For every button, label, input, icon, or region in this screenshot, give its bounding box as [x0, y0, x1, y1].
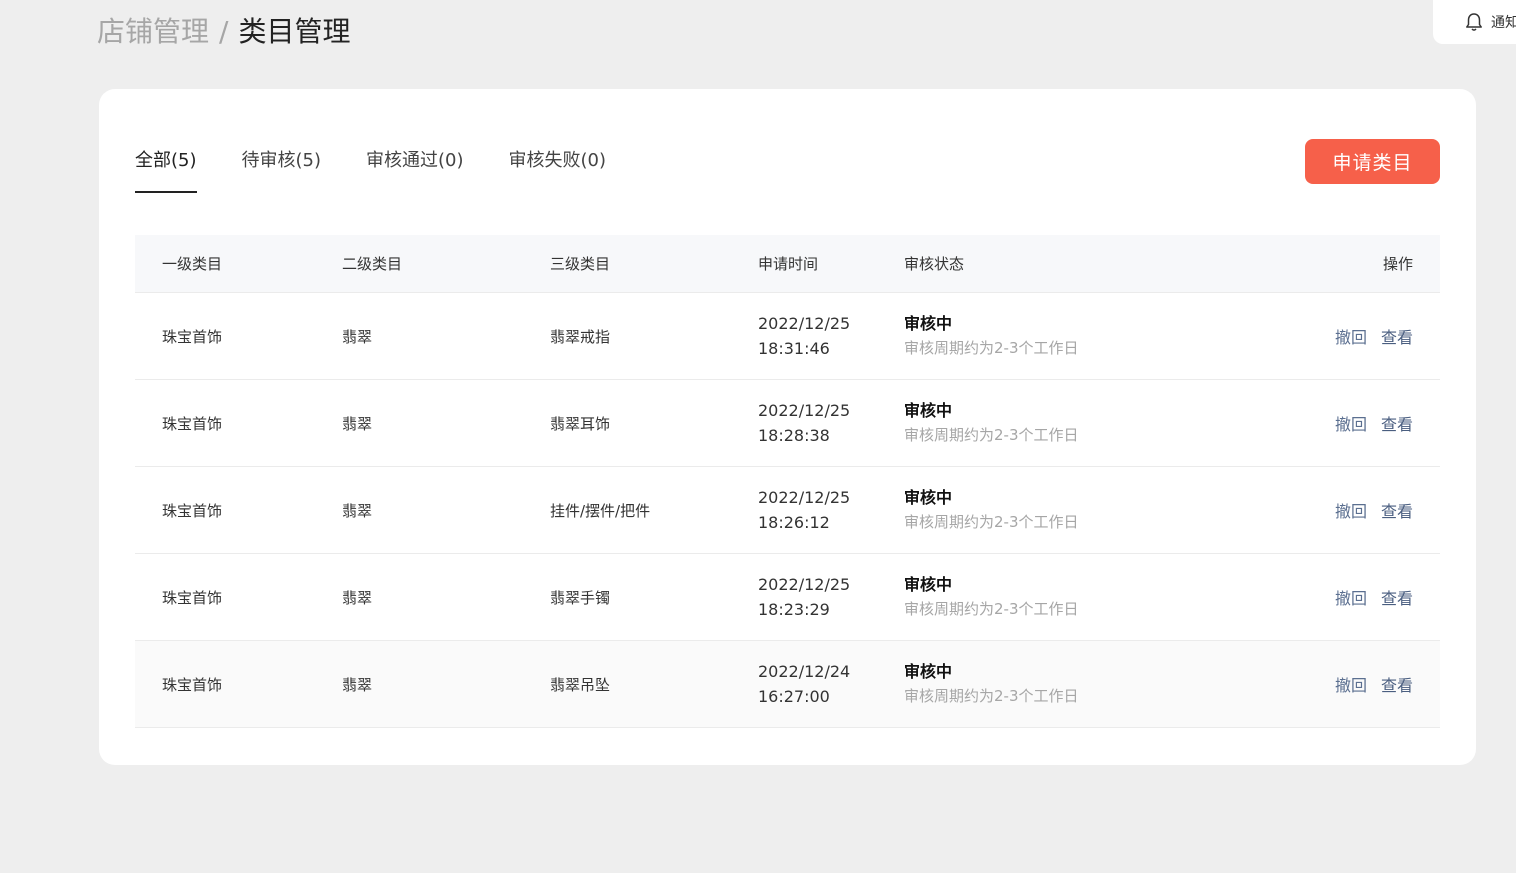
header-level3: 三级类目	[550, 255, 611, 273]
cell-level2: 翡翠	[342, 588, 373, 607]
apply-date: 2022/12/24	[758, 662, 851, 681]
table-row: 珠宝首饰 翡翠 挂件/摆件/把件 2022/12/25 18:26:12 审核中…	[135, 467, 1440, 554]
notice-button[interactable]: 通知	[1433, 0, 1516, 44]
cell-level1: 珠宝首饰	[162, 327, 223, 346]
tab-all[interactable]: 全部(5)	[135, 147, 197, 193]
cell-apply-time: 2022/12/25 18:28:38	[758, 398, 904, 448]
cell-level3: 挂件/摆件/把件	[550, 501, 651, 520]
breadcrumb-parent[interactable]: 店铺管理	[97, 15, 209, 48]
revoke-link[interactable]: 撤回	[1335, 672, 1367, 696]
cell-level3: 翡翠耳饰	[550, 414, 611, 433]
view-link[interactable]: 查看	[1381, 585, 1413, 609]
cell-level1: 珠宝首饰	[162, 414, 223, 433]
status-tabs: 全部(5) 待审核(5) 审核通过(0) 审核失败(0)	[135, 147, 651, 193]
view-link[interactable]: 查看	[1381, 411, 1413, 435]
cell-level1: 珠宝首饰	[162, 501, 223, 520]
header-level1: 一级类目	[162, 255, 223, 273]
breadcrumb-separator: /	[219, 15, 229, 48]
status-label: 审核中	[904, 575, 953, 594]
cell-status: 审核中 审核周期约为2-3个工作日	[904, 573, 1204, 621]
revoke-link[interactable]: 撤回	[1335, 324, 1367, 348]
breadcrumb: 店铺管理 / 类目管理	[97, 14, 350, 50]
status-note: 审核周期约为2-3个工作日	[904, 339, 1079, 357]
apply-category-button[interactable]: 申请类目	[1305, 139, 1440, 184]
table-row: 珠宝首饰 翡翠 翡翠耳饰 2022/12/25 18:28:38 审核中 审核周…	[135, 380, 1440, 467]
notice-label: 通知	[1491, 15, 1516, 31]
table-row: 珠宝首饰 翡翠 翡翠吊坠 2022/12/24 16:27:00 审核中 审核周…	[135, 641, 1440, 728]
status-note: 审核周期约为2-3个工作日	[904, 426, 1079, 444]
status-note: 审核周期约为2-3个工作日	[904, 513, 1079, 531]
cell-apply-time: 2022/12/25 18:31:46	[758, 311, 904, 361]
header-actions: 操作	[1382, 255, 1413, 273]
cell-level2: 翡翠	[342, 327, 373, 346]
table-header: 一级类目 二级类目 三级类目 申请时间 审核状态 操作	[135, 235, 1440, 293]
cell-status: 审核中 审核周期约为2-3个工作日	[904, 660, 1204, 708]
table-row: 珠宝首饰 翡翠 翡翠手镯 2022/12/25 18:23:29 审核中 审核周…	[135, 554, 1440, 641]
apply-clock: 18:23:29	[758, 600, 830, 619]
cell-status: 审核中 审核周期约为2-3个工作日	[904, 399, 1204, 447]
apply-date: 2022/12/25	[758, 488, 851, 507]
view-link[interactable]: 查看	[1381, 324, 1413, 348]
header-level2: 二级类目	[342, 255, 403, 273]
status-label: 审核中	[904, 314, 953, 333]
cell-actions: 撤回 查看	[1204, 498, 1440, 522]
cell-apply-time: 2022/12/24 16:27:00	[758, 659, 904, 709]
view-link[interactable]: 查看	[1381, 498, 1413, 522]
apply-clock: 18:26:12	[758, 513, 830, 532]
tab-approved[interactable]: 审核通过(0)	[366, 147, 464, 193]
cell-level1: 珠宝首饰	[162, 675, 223, 694]
header-apply-time: 申请时间	[758, 255, 819, 273]
apply-clock: 16:27:00	[758, 687, 830, 706]
cell-level2: 翡翠	[342, 414, 373, 433]
revoke-link[interactable]: 撤回	[1335, 585, 1367, 609]
cell-actions: 撤回 查看	[1204, 324, 1440, 348]
tab-pending[interactable]: 待审核(5)	[242, 147, 322, 193]
cell-level1: 珠宝首饰	[162, 588, 223, 607]
cell-level2: 翡翠	[342, 675, 373, 694]
status-note: 审核周期约为2-3个工作日	[904, 687, 1079, 705]
cell-actions: 撤回 查看	[1204, 585, 1440, 609]
status-label: 审核中	[904, 401, 953, 420]
page-title: 类目管理	[238, 15, 351, 48]
view-link[interactable]: 查看	[1381, 672, 1413, 696]
cell-actions: 撤回 查看	[1204, 672, 1440, 696]
apply-date: 2022/12/25	[758, 401, 851, 420]
cell-level3: 翡翠戒指	[550, 327, 611, 346]
header-status: 审核状态	[904, 255, 965, 273]
cell-level2: 翡翠	[342, 501, 373, 520]
revoke-link[interactable]: 撤回	[1335, 411, 1367, 435]
cell-level3: 翡翠吊坠	[550, 675, 611, 694]
apply-date: 2022/12/25	[758, 314, 851, 333]
cell-level3: 翡翠手镯	[550, 588, 611, 607]
revoke-link[interactable]: 撤回	[1335, 498, 1367, 522]
apply-clock: 18:28:38	[758, 426, 830, 445]
status-label: 审核中	[904, 488, 953, 507]
status-note: 审核周期约为2-3个工作日	[904, 600, 1079, 618]
cell-actions: 撤回 查看	[1204, 411, 1440, 435]
cell-status: 审核中 审核周期约为2-3个工作日	[904, 312, 1204, 360]
apply-date: 2022/12/25	[758, 575, 851, 594]
table-row: 珠宝首饰 翡翠 翡翠戒指 2022/12/25 18:31:46 审核中 审核周…	[135, 293, 1440, 380]
cell-apply-time: 2022/12/25 18:23:29	[758, 572, 904, 622]
apply-clock: 18:31:46	[758, 339, 830, 358]
category-card: 全部(5) 待审核(5) 审核通过(0) 审核失败(0) 申请类目 一级类目 二…	[99, 89, 1476, 765]
cell-apply-time: 2022/12/25 18:26:12	[758, 485, 904, 535]
cell-status: 审核中 审核周期约为2-3个工作日	[904, 486, 1204, 534]
tab-failed[interactable]: 审核失败(0)	[509, 147, 607, 193]
bell-icon	[1466, 13, 1482, 31]
category-table: 一级类目 二级类目 三级类目 申请时间 审核状态 操作 珠宝首饰 翡翠 翡翠戒指…	[135, 235, 1440, 728]
status-label: 审核中	[904, 662, 953, 681]
